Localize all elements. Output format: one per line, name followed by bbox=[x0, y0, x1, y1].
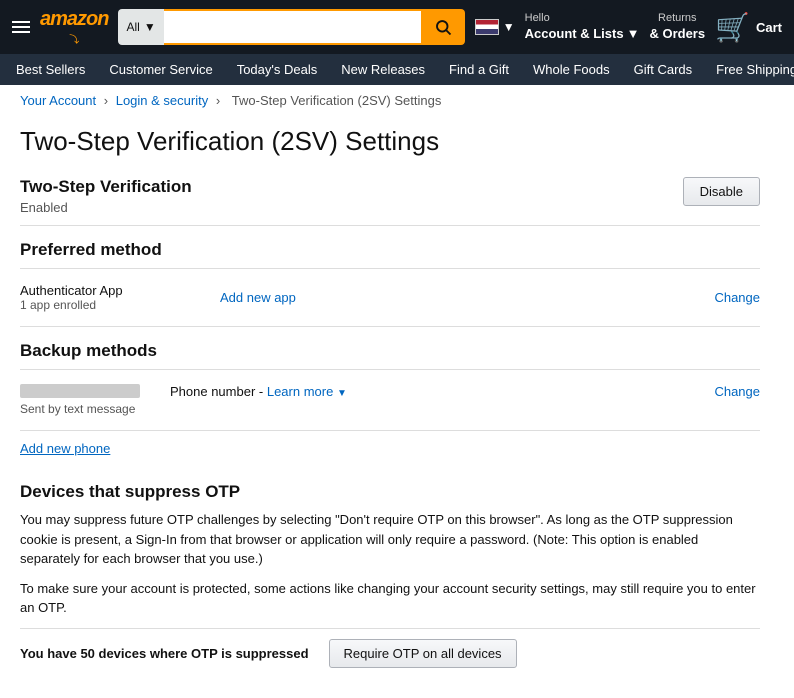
preferred-method-info: Authenticator App 1 app enrolled bbox=[20, 283, 220, 312]
nav-find-gift[interactable]: Find a Gift bbox=[445, 60, 513, 79]
search-icon bbox=[434, 18, 452, 36]
otp-section: Devices that suppress OTP You may suppre… bbox=[20, 482, 760, 668]
search-bar: All ▼ bbox=[118, 9, 464, 45]
add-phone-row: Add new phone bbox=[20, 431, 760, 466]
add-new-app-link[interactable]: Add new app bbox=[220, 290, 714, 305]
backup-phone-info: Sent by text message bbox=[20, 384, 160, 416]
breadcrumb-login-security[interactable]: Login & security bbox=[116, 93, 209, 108]
backup-change-link[interactable]: Change bbox=[714, 384, 760, 399]
two-step-header: Two-Step Verification Enabled Disable bbox=[20, 177, 760, 226]
otp-footer: You have 50 devices where OTP is suppres… bbox=[20, 628, 760, 668]
otp-device-count-text: You have 50 devices where OTP is suppres… bbox=[20, 646, 309, 661]
account-label: Account & Lists ▼ bbox=[525, 26, 640, 43]
search-input[interactable] bbox=[164, 9, 421, 45]
breadcrumb-current: Two-Step Verification (2SV) Settings bbox=[232, 93, 442, 108]
nav-gift-cards[interactable]: Gift Cards bbox=[630, 60, 697, 79]
account-menu[interactable]: Hello Account & Lists ▼ bbox=[525, 11, 640, 42]
search-button[interactable] bbox=[421, 9, 465, 45]
nav-bar: Best Sellers Customer Service Today's De… bbox=[0, 54, 794, 85]
nav-best-sellers[interactable]: Best Sellers bbox=[12, 60, 89, 79]
search-category-label: All bbox=[126, 20, 139, 34]
nav-customer-service[interactable]: Customer Service bbox=[105, 60, 216, 79]
nav-todays-deals[interactable]: Today's Deals bbox=[233, 60, 322, 79]
orders-label: & Orders bbox=[649, 26, 705, 43]
two-step-status: Enabled bbox=[20, 200, 192, 215]
page-title: Two-Step Verification (2SV) Settings bbox=[20, 126, 760, 157]
returns-label: Returns bbox=[649, 11, 705, 25]
logo-text: amazon bbox=[40, 8, 108, 31]
search-category-select[interactable]: All ▼ bbox=[118, 9, 163, 45]
preferred-method-row: Authenticator App 1 app enrolled Add new… bbox=[20, 269, 760, 327]
learn-more-arrow: ▼ bbox=[337, 388, 347, 399]
two-step-info: Two-Step Verification Enabled bbox=[20, 177, 192, 215]
amazon-logo[interactable]: amazon ⤵ bbox=[40, 8, 108, 46]
header: amazon ⤵ All ▼ ▼ Hello Account & Lists ▼… bbox=[0, 0, 794, 54]
two-step-section: Two-Step Verification Enabled Disable bbox=[20, 177, 760, 226]
nav-whole-foods[interactable]: Whole Foods bbox=[529, 60, 614, 79]
breadcrumb: Your Account › Login & security › Two-St… bbox=[0, 85, 794, 116]
account-arrow: ▼ bbox=[627, 26, 640, 43]
hello-label: Hello bbox=[525, 11, 640, 25]
backup-phone-row: Sent by text message Phone number - Lear… bbox=[20, 370, 760, 431]
hamburger-menu[interactable] bbox=[12, 21, 30, 33]
cart-label: Cart bbox=[756, 20, 782, 35]
search-category-arrow: ▼ bbox=[144, 20, 156, 34]
flag-arrow: ▼ bbox=[503, 20, 515, 34]
learn-more-link[interactable]: Learn more ▼ bbox=[267, 384, 347, 399]
otp-desc-2-text: To make sure your account is protected, … bbox=[20, 581, 756, 616]
otp-title: Devices that suppress OTP bbox=[20, 482, 760, 502]
otp-desc-1: You may suppress future OTP challenges b… bbox=[20, 510, 760, 569]
us-flag bbox=[475, 19, 499, 35]
breadcrumb-sep-2: › bbox=[216, 93, 224, 108]
preferred-method-title: Preferred method bbox=[20, 240, 760, 260]
nav-new-releases[interactable]: New Releases bbox=[337, 60, 429, 79]
phone-number-label: Phone number - Learn more ▼ bbox=[170, 384, 704, 399]
preferred-method-name: Authenticator App bbox=[20, 283, 220, 298]
preferred-method-section: Preferred method Authenticator App 1 app… bbox=[20, 226, 760, 327]
preferred-method-title-row: Preferred method bbox=[20, 226, 760, 269]
cart-icon: 🛒 bbox=[715, 11, 750, 44]
backup-methods-section: Backup methods Sent by text message Phon… bbox=[20, 327, 760, 466]
nav-free-shipping[interactable]: Free Shipping bbox=[712, 60, 794, 79]
logo-smile: ⤵ bbox=[69, 31, 79, 46]
breadcrumb-sep-1: › bbox=[104, 93, 112, 108]
preferred-method-detail: 1 app enrolled bbox=[20, 298, 220, 312]
cart-area[interactable]: 🛒 Cart bbox=[715, 11, 782, 44]
flag-area[interactable]: ▼ bbox=[475, 19, 515, 35]
two-step-title: Two-Step Verification bbox=[20, 177, 192, 197]
returns-area[interactable]: Returns & Orders bbox=[649, 11, 705, 42]
sent-by-label: Sent by text message bbox=[20, 402, 160, 416]
add-new-phone-link[interactable]: Add new phone bbox=[20, 431, 110, 466]
phone-number-blurred bbox=[20, 384, 140, 398]
preferred-method-change-link[interactable]: Change bbox=[714, 290, 760, 305]
require-otp-button[interactable]: Require OTP on all devices bbox=[329, 639, 517, 668]
backup-methods-title: Backup methods bbox=[20, 341, 760, 361]
backup-methods-title-row: Backup methods bbox=[20, 327, 760, 370]
breadcrumb-your-account[interactable]: Your Account bbox=[20, 93, 96, 108]
otp-desc-2: To make sure your account is protected, … bbox=[20, 579, 760, 618]
disable-button[interactable]: Disable bbox=[683, 177, 760, 206]
main-content: Two-Step Verification (2SV) Settings Two… bbox=[0, 116, 780, 698]
